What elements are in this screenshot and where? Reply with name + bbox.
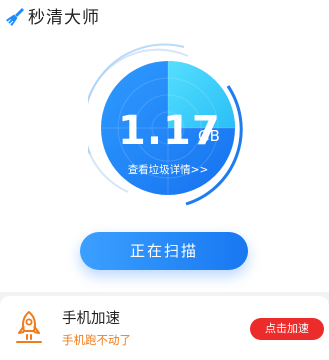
view-junk-details-link[interactable]: 查看垃圾详情>> <box>118 163 218 177</box>
card-subtitle: 手机跑不动了 <box>62 333 131 347</box>
scanning-button[interactable]: 正在扫描 <box>80 232 248 270</box>
app-title: 秒清大师 <box>28 8 100 28</box>
scanning-button-label: 正在扫描 <box>129 242 198 260</box>
junk-size-readout: 1.17 GB <box>112 108 224 154</box>
rocket-icon <box>16 311 42 343</box>
speed-up-button-label: 点击加速 <box>265 322 309 335</box>
junk-size-unit: GB <box>198 127 220 145</box>
card-title: 手机加速 <box>62 311 120 327</box>
speed-up-button[interactable]: 点击加速 <box>250 318 324 340</box>
broom-icon <box>6 8 24 26</box>
app-header: 秒清大师 <box>0 0 329 40</box>
